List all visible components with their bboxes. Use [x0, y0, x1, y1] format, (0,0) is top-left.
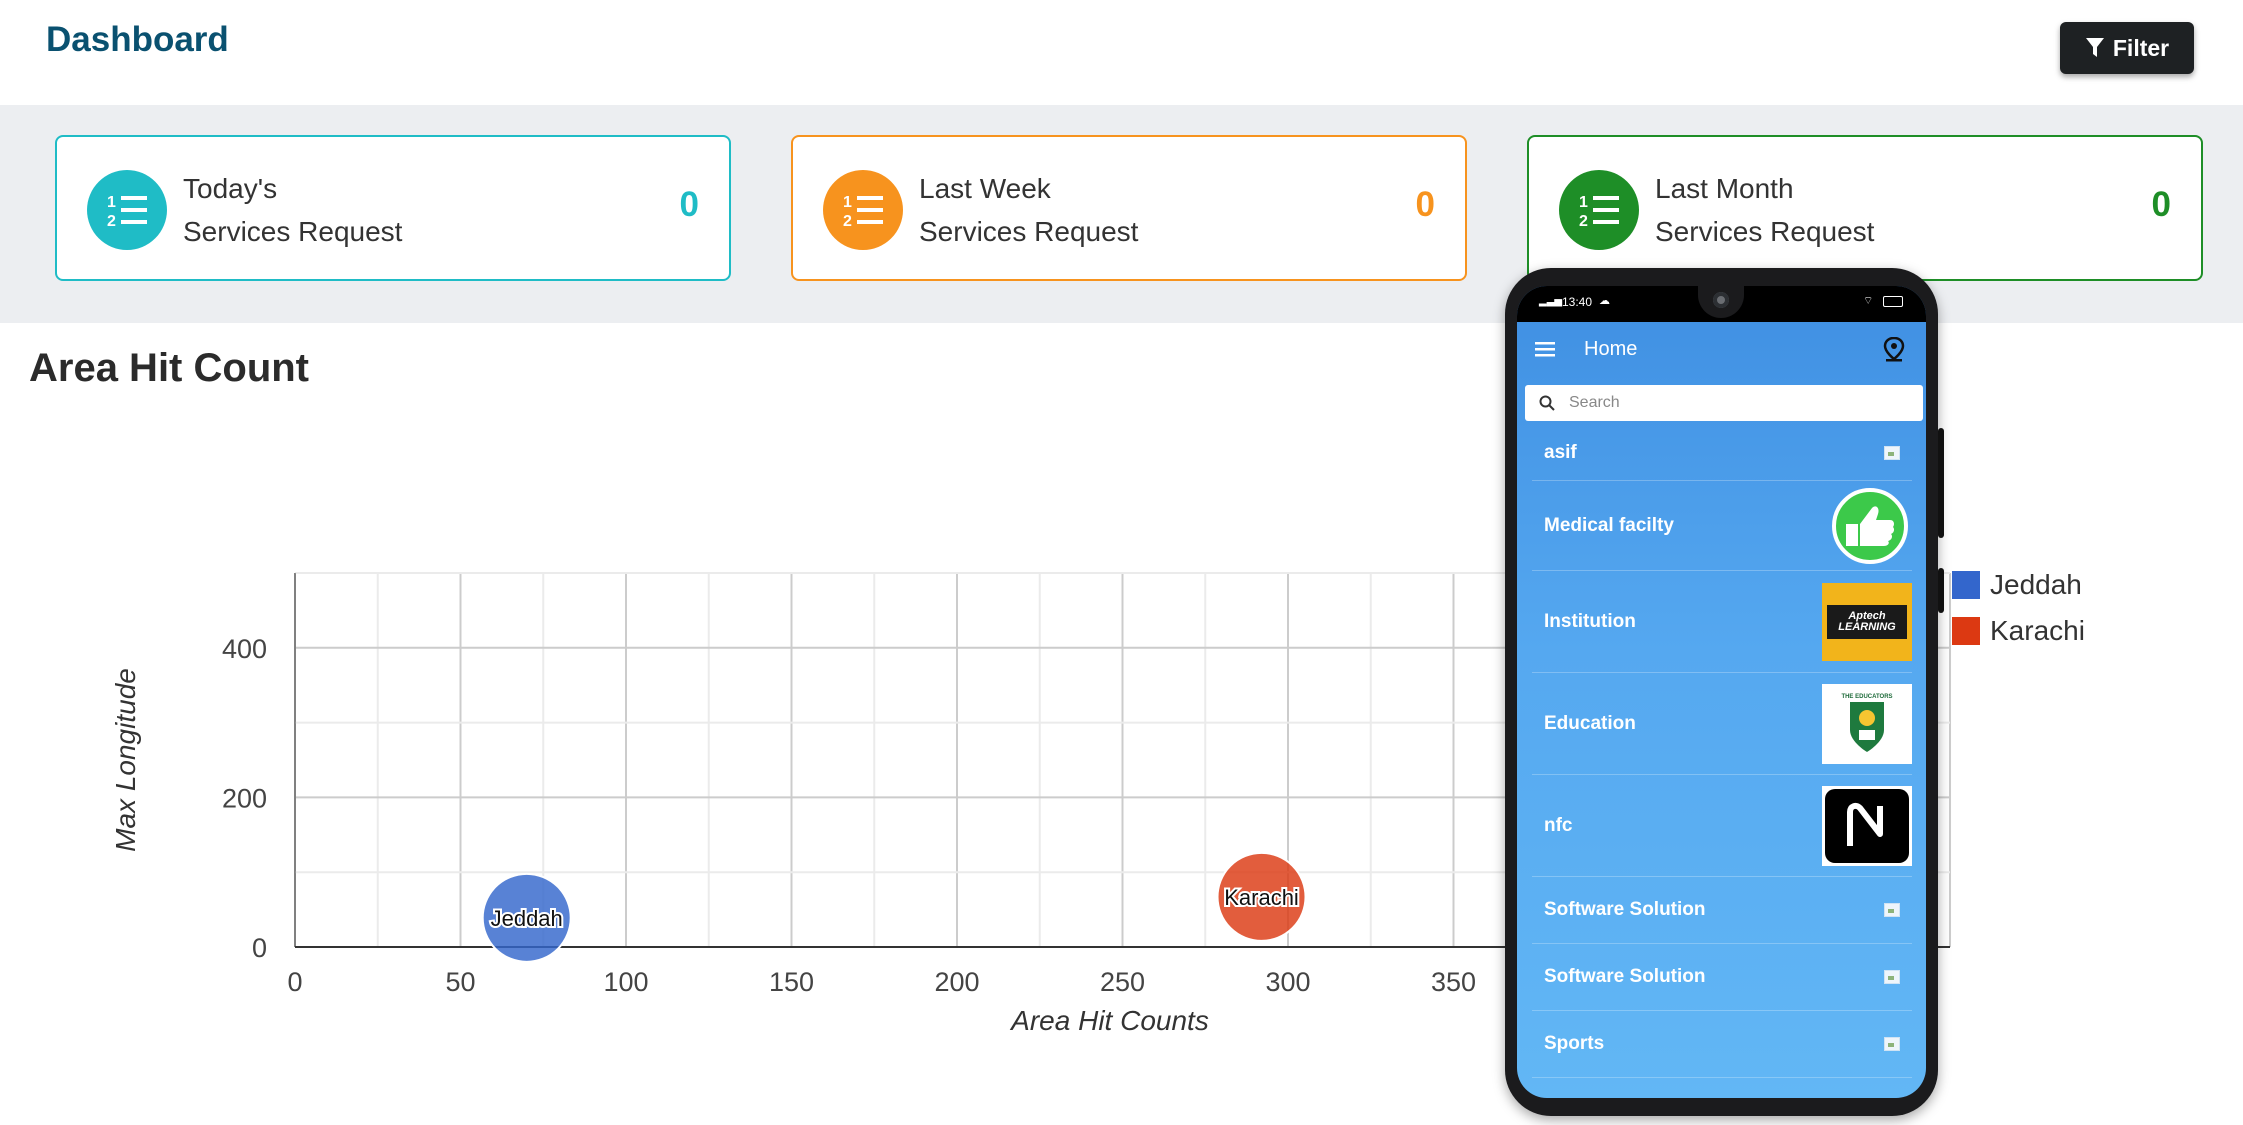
- x-tick-label: 50: [445, 967, 475, 997]
- battery-icon: [1883, 296, 1903, 307]
- filter-button[interactable]: Filter: [2060, 22, 2194, 74]
- svg-text:1: 1: [843, 194, 852, 211]
- card-label: Last Month Services Request: [1655, 173, 1875, 247]
- status-time: 13:40: [1562, 295, 1593, 309]
- card-value: 0: [2151, 185, 2171, 224]
- ordered-list-icon: 12: [87, 170, 167, 250]
- list-item[interactable]: Sports: [1532, 1011, 1912, 1078]
- legend-item-karachi[interactable]: Karachi: [1952, 615, 2085, 647]
- last-week-requests-card: 12 Last Week Services Request 0: [791, 135, 1467, 281]
- list-item[interactable]: Institution Aptech LEARNING: [1532, 571, 1912, 673]
- y-tick-label: 200: [222, 783, 267, 813]
- phone-side-button: [1938, 568, 1944, 613]
- y-axis-label: Max Longitude: [110, 668, 141, 852]
- today-requests-card: 12 Today's Services Request 0: [55, 135, 731, 281]
- card-value: 0: [679, 185, 699, 224]
- card-label: Last Week Services Request: [919, 173, 1139, 247]
- page-title: Dashboard: [46, 20, 229, 59]
- ordered-list-icon: 12: [1559, 170, 1639, 250]
- x-tick-label: 200: [934, 967, 979, 997]
- broken-image-icon: [1884, 1037, 1900, 1051]
- ordered-list-icon: 12: [823, 170, 903, 250]
- card-value: 0: [1415, 185, 1435, 224]
- x-tick-label: 0: [287, 967, 302, 997]
- list-item[interactable]: Education THE EDUCATORS: [1532, 673, 1912, 775]
- cloud-icon: ☁: [1599, 295, 1610, 307]
- app-bar: Home: [1517, 322, 1926, 374]
- broken-image-icon: [1884, 903, 1900, 917]
- list-item-label: Software Solution: [1544, 899, 1706, 920]
- list-item-label: Medical facilty: [1544, 514, 1674, 536]
- section-title: Area Hit Count: [29, 346, 309, 390]
- phone-screen: ▂▃▅ 13:40 ☁ ⌔ Home Search asif Medical f…: [1517, 286, 1926, 1098]
- list-item[interactable]: asif: [1532, 426, 1912, 481]
- educators-logo-icon: THE EDUCATORS: [1822, 683, 1912, 764]
- x-tick-label: 100: [603, 967, 648, 997]
- location-pin-icon[interactable]: [1883, 337, 1905, 363]
- data-label-jeddah: Jeddah: [491, 906, 563, 931]
- data-label-karachi: Karachi: [1224, 885, 1299, 910]
- filter-button-label: Filter: [2112, 34, 2170, 61]
- aptech-logo-icon: Aptech LEARNING: [1822, 582, 1912, 661]
- list-item-label: nfc: [1544, 814, 1573, 836]
- svg-text:2: 2: [107, 213, 116, 230]
- broken-image-icon: [1884, 970, 1900, 984]
- thumbs-up-logo-icon: [1832, 487, 1908, 564]
- x-tick-label: 150: [769, 967, 814, 997]
- app-title: Home: [1584, 338, 1638, 360]
- legend-item-jeddah[interactable]: Jeddah: [1952, 569, 2082, 601]
- list-item[interactable]: Software Solution: [1532, 944, 1912, 1011]
- menu-icon[interactable]: [1535, 341, 1555, 357]
- legend-label: Jeddah: [1990, 569, 2082, 600]
- legend-swatch: [1952, 571, 1980, 599]
- search-bar[interactable]: Search: [1525, 385, 1923, 421]
- search-input[interactable]: Search: [1569, 394, 1620, 412]
- list-item-label: Software Solution: [1544, 966, 1706, 987]
- phone-side-button: [1938, 428, 1944, 538]
- y-tick-label: 400: [222, 634, 267, 664]
- list-item-label: asif: [1544, 442, 1577, 463]
- x-tick-label: 350: [1431, 967, 1476, 997]
- y-tick-label: 0: [252, 933, 267, 963]
- legend-label: Karachi: [1990, 615, 2085, 646]
- list-item[interactable]: nfc: [1532, 775, 1912, 877]
- nfc-logo-icon: [1822, 785, 1912, 866]
- x-tick-label: 300: [1265, 967, 1310, 997]
- svg-text:1: 1: [1579, 194, 1588, 211]
- filter-icon: [2085, 38, 2104, 57]
- x-tick-label: 250: [1100, 967, 1145, 997]
- broken-image-icon: [1884, 446, 1900, 460]
- legend-swatch: [1952, 617, 1980, 645]
- list-item-label: Education: [1544, 712, 1636, 734]
- list-item[interactable]: Software Solution: [1532, 877, 1912, 944]
- list-item-label: Institution: [1544, 610, 1636, 632]
- phone-mockup: ▂▃▅ 13:40 ☁ ⌔ Home Search asif Medical f…: [1505, 268, 1944, 1116]
- top-bar: Dashboard Filter: [0, 0, 2243, 105]
- x-axis-label: Area Hit Counts: [1009, 1005, 1209, 1036]
- svg-text:2: 2: [843, 213, 852, 230]
- search-icon: [1539, 395, 1555, 411]
- last-month-requests-card: 12 Last Month Services Request 0: [1527, 135, 2203, 281]
- signal-icon: ▂▃▅: [1539, 296, 1563, 307]
- svg-text:2: 2: [1579, 213, 1588, 230]
- list-item[interactable]: Medical facilty: [1532, 481, 1912, 571]
- list-item-label: Sports: [1544, 1033, 1605, 1054]
- wifi-icon: ⌔: [1863, 295, 1874, 307]
- card-label: Today's Services Request: [183, 173, 403, 247]
- svg-text:1: 1: [107, 194, 116, 211]
